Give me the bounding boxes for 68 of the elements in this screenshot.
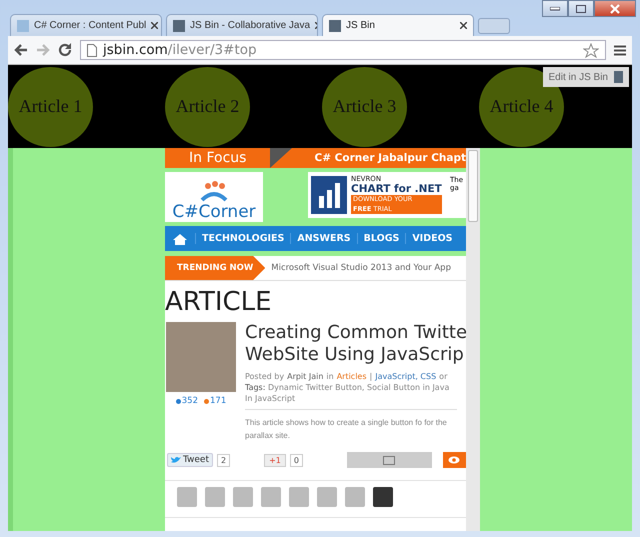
meta-text: in [326,372,334,381]
meta-text: Posted by [245,372,284,381]
maximize-button[interactable] [568,0,594,17]
eye-icon [448,456,460,464]
share-button[interactable] [346,452,432,468]
forward-icon[interactable] [36,44,50,56]
article-circle[interactable]: Article 2 [165,66,250,146]
count-label: 171 [204,396,226,406]
page-icon [87,44,97,56]
focus-news-link[interactable]: C# Corner Jabalpur Chapt [292,148,466,168]
article-circle[interactable]: Article 1 [8,66,93,146]
in-focus-label: In Focus [188,149,248,168]
jsbin-icon [614,71,623,83]
article-summary: This article shows how to create a single button fo for the parallax site. [245,409,457,442]
tab-title: JS Bin [346,20,376,31]
nav-item[interactable]: ANSWERS [290,233,357,244]
nav-item[interactable]: TECHNOLOGIES [195,233,290,244]
logo[interactable]: C#Corner [165,172,263,222]
plus-one-button[interactable]: +1 [264,454,286,466]
link-link[interactable]: JavaScript, CSS [375,372,436,381]
close-icon[interactable] [151,22,158,29]
bar-chart-icon [311,176,347,214]
favicon-icon [17,20,29,32]
meta-text: | [370,372,372,381]
scrollbar[interactable] [466,148,480,531]
article-tags: In JavaScript [245,394,466,403]
category-link[interactable]: Articles [336,372,367,381]
nav-item[interactable]: VIDEOS [405,233,459,244]
minimize-button[interactable] [542,0,568,17]
browser-tab[interactable]: C# Corner : Content Publ [10,14,162,36]
view-button[interactable] [442,452,466,468]
edit-in-jsbin-button[interactable]: Edit in JS Bin [542,67,629,87]
nav-item[interactable]: BLOGS [356,233,406,244]
author-link[interactable]: Arpit Jain [287,372,324,381]
trending-label: TRENDING NOW [165,256,266,280]
url-host: jsbin.com [103,42,168,58]
scrollbar-thumb[interactable] [468,150,478,222]
menu-icon[interactable] [614,44,626,56]
tab-title: C# Corner : Content Publ [34,20,146,31]
trending-headline[interactable]: Microsoft Visual Studio 2013 and Your App [271,263,451,273]
favicon-icon [329,20,341,32]
star-icon[interactable] [583,42,599,58]
article-circle[interactable]: Article 3 [322,66,407,146]
address-bar[interactable]: jsbin.com/ilever/3#top [80,40,606,60]
article-tags: Tags: Dynamic Twitter Button, Social Button in Java [245,383,466,392]
bird-icon [171,456,181,464]
article-title[interactable]: Creating Common Twitte WebSite Using JavaScrip [245,322,466,366]
back-icon[interactable] [14,44,28,56]
maximize-icon [576,4,586,12]
close-button[interactable] [594,0,636,17]
browser-tab[interactable]: JS Bin - Collaborative Java [166,14,318,36]
count-label: 352 [176,396,198,406]
url-path: /ilever/3#top [168,42,257,58]
picture-icon [383,456,396,464]
meta-text: or [439,372,448,381]
close-icon [610,4,620,14]
tweet-button[interactable]: Tweet [167,453,213,467]
new-tab-button[interactable] [478,18,510,34]
tweet-count: 2 [216,454,230,466]
tab-title: JS Bin - Collaborative Java [190,20,310,31]
browser-tab[interactable]: JS Bin [322,14,474,36]
plus-one-count: 0 [290,454,303,466]
section-heading: ARTICLE [165,286,273,318]
close-icon[interactable] [460,22,467,29]
photo-placeholder [166,322,236,392]
favicon-icon [173,20,185,32]
minimize-icon [550,6,560,10]
reload-icon[interactable] [58,43,72,57]
